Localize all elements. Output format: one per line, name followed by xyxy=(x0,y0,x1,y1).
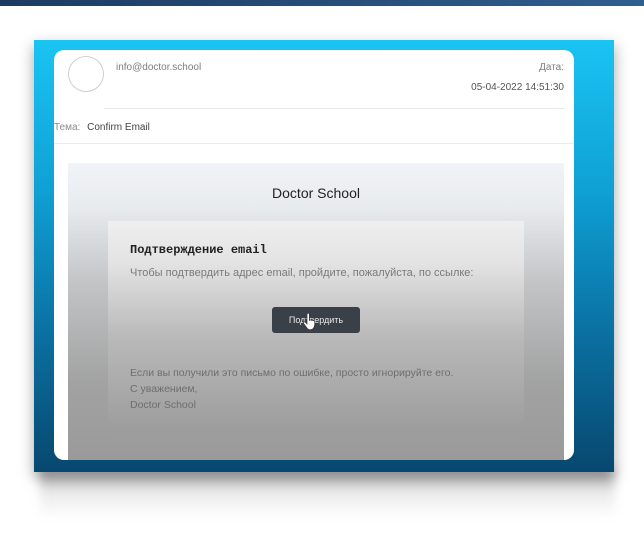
content-heading: Подтверждение email xyxy=(130,243,267,257)
content-card: Подтверждение email Чтобы подтвердить ад… xyxy=(108,221,524,433)
sender-avatar xyxy=(68,56,104,92)
sender-address: info@doctor.school xyxy=(116,62,202,73)
instruction-text: Чтобы подтвердить адрес email, пройдите,… xyxy=(130,267,474,279)
footer-line-1: Если вы получили это письмо по ошибке, п… xyxy=(130,367,454,379)
footer-text: Если вы получили это письмо по ошибке, п… xyxy=(130,365,453,413)
email-card: info@doctor.school Дата: 05-04-2022 14:5… xyxy=(54,50,574,460)
footer-line-2: С уважением, xyxy=(130,383,198,395)
hand-pointer-icon xyxy=(303,313,316,331)
subject-value: Confirm Email xyxy=(87,122,150,133)
footer-line-3: Doctor School xyxy=(130,399,196,411)
email-body: Doctor School Подтверждение email Чтобы … xyxy=(68,163,564,460)
date-label: Дата: xyxy=(539,62,564,73)
subject-label: Тема: xyxy=(54,122,81,133)
brand-title: Doctor School xyxy=(272,185,360,201)
subject-row: Тема: Confirm Email xyxy=(54,122,150,133)
subject-divider xyxy=(54,143,574,144)
top-bar xyxy=(0,0,644,6)
date-value: 05-04-2022 14:51:30 xyxy=(471,82,564,93)
header-divider xyxy=(104,108,564,109)
confirm-button[interactable]: Подтвердить xyxy=(272,307,360,333)
frame-shadow xyxy=(40,468,615,518)
